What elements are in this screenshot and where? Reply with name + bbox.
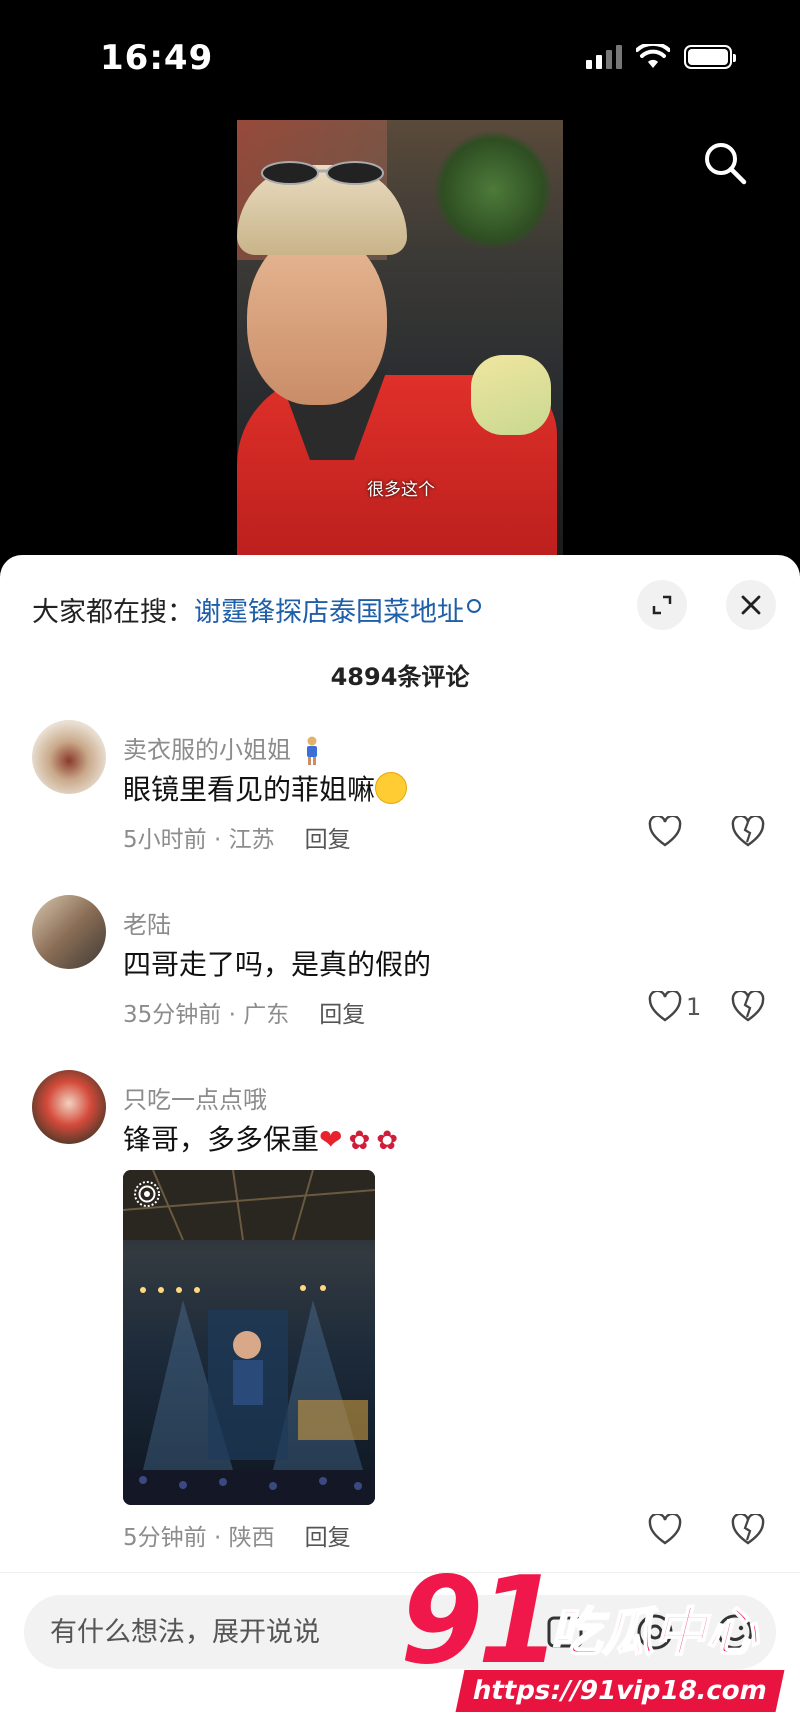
laughing-tears-emoji-icon [375, 772, 408, 804]
comment-username[interactable]: 只吃一点点哦 [123, 1080, 267, 1115]
broken-heart-icon[interactable] [731, 1514, 765, 1546]
cellular-signal-icon [586, 45, 622, 69]
avatar[interactable] [32, 1070, 106, 1144]
comment-meta: 35分钟前 · 广东 回复 [123, 1002, 366, 1028]
comment-text: 四哥走了吗，是真的假的 [123, 948, 432, 981]
comment-text: 眼镜里看见的菲姐嘛 [123, 768, 408, 808]
status-icons [586, 44, 736, 70]
heart-outline-icon [648, 991, 682, 1022]
battery-icon [684, 45, 736, 69]
video-player[interactable]: 很多这个 [237, 120, 563, 560]
comment-username[interactable]: 老陆 [123, 905, 171, 940]
broken-heart-icon[interactable] [731, 816, 765, 848]
rose-emoji-icon: ✿ [348, 1126, 371, 1156]
red-heart-emoji-icon: ❤ [319, 1123, 343, 1156]
like-count: 1 [686, 993, 702, 1021]
search-icon[interactable] [702, 140, 748, 186]
concert-photo [123, 1170, 375, 1505]
avatar[interactable] [32, 720, 106, 794]
reply-button[interactable]: 回复 [305, 827, 351, 853]
expand-button[interactable] [637, 580, 687, 630]
sunglasses-icon [261, 161, 384, 185]
person-emoji-icon [306, 736, 317, 765]
video-subtitle: 很多这个 [367, 480, 435, 500]
comment-count: 4894条评论 [330, 663, 470, 691]
rose-emoji-icon: ✿ [376, 1126, 399, 1156]
comment-meta: 5分钟前 · 陕西 回复 [123, 1525, 351, 1551]
hot-search-prefix: 大家都在搜： [32, 597, 194, 628]
watermark-logo: 91 吃瓜中心 https://91vip18.com [400, 1562, 790, 1712]
reply-button[interactable]: 回复 [305, 1525, 351, 1551]
close-button[interactable] [726, 580, 776, 630]
like-button[interactable] [648, 1514, 686, 1546]
like-button[interactable] [648, 816, 686, 848]
watermark-name: 吃瓜中心 [549, 1602, 759, 1664]
hot-search-bar[interactable]: 大家都在搜：谢霆锋探店泰国菜地址 [32, 590, 481, 629]
watermark-number: 91 [400, 1552, 561, 1691]
reply-button[interactable]: 回复 [319, 1002, 365, 1028]
watermark-url: https://91vip18.com [455, 1670, 785, 1712]
search-small-icon [467, 599, 481, 613]
expand-icon [652, 595, 672, 615]
avatar[interactable] [32, 895, 106, 969]
wifi-icon [636, 44, 670, 68]
hot-search-term[interactable]: 谢霆锋探店泰国菜地址 [194, 597, 464, 628]
like-button[interactable]: 1 [648, 991, 701, 1023]
comment-image[interactable] [123, 1170, 375, 1505]
comment-meta: 5小时前 · 江苏 回复 [123, 827, 351, 853]
comment-text: 锋哥，多多保重❤ ✿ ✿ [123, 1123, 399, 1156]
status-time: 16:49 [100, 38, 214, 78]
heart-outline-icon [648, 1514, 682, 1545]
close-icon [741, 595, 761, 615]
comment-username[interactable]: 卖衣服的小姐姐 [123, 730, 321, 766]
broken-heart-icon[interactable] [731, 991, 765, 1023]
heart-outline-icon [648, 816, 682, 847]
status-bar: 16:49 [0, 0, 800, 110]
live-photo-icon [134, 1181, 160, 1207]
